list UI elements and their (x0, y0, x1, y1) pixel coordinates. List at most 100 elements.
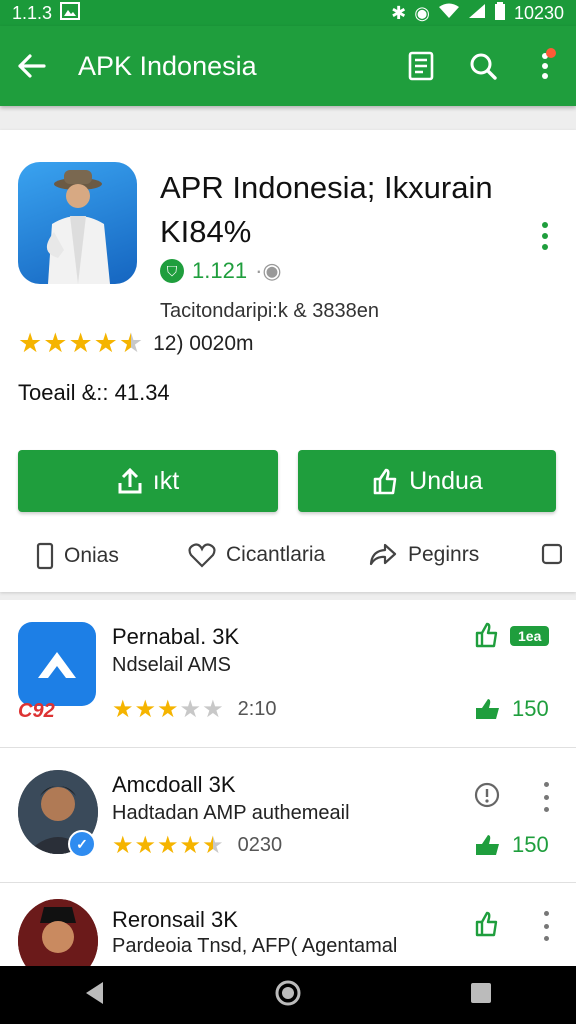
alarm-icon: ◉ (414, 2, 430, 23)
battery-icon (494, 1, 506, 25)
app-bar: APK Indonesia (0, 26, 576, 106)
system-nav-bar (0, 966, 576, 1024)
partial-tab-icon (541, 543, 562, 565)
star-icon: ★ (68, 328, 93, 358)
list-item[interactable]: C92 Pernabal. 3K Ndselail AMS ★ ★ ★ ★ ★ 2:10… (0, 600, 576, 748)
list-item-title: Reronsail 3K (112, 907, 238, 932)
version-row: ⛉ 1.121 ·◉ (160, 258, 282, 284)
star-icon: ★ (134, 696, 157, 723)
app-title: APR Indonesia; Ikxurain (160, 170, 493, 205)
star-icon: ★ (112, 696, 134, 723)
list-item[interactable]: ✓ Amcdoall 3K Hadtadan AMP authemeail ★ ★… (0, 748, 576, 883)
star-icon: ★ (202, 696, 224, 723)
size-label: Toeail &:: 41.34 (18, 380, 170, 405)
list-item-subtitle: Pardeoia Tnsd, AFP( Agentamal (112, 935, 398, 957)
download-button[interactable]: Undua (298, 450, 556, 512)
rating-stars: ★ ★ ★ ★ ★ (112, 696, 224, 723)
thumbs-upload-icon (373, 468, 397, 495)
action-tabs: Onias Cicantlaria Peginrs (0, 534, 576, 578)
notes-button[interactable] (390, 26, 452, 106)
tab-favorite[interactable]: Cicantlaria (188, 542, 325, 568)
signal-icon (468, 3, 486, 24)
download-button-label: Undua (409, 466, 483, 495)
item-more-button[interactable] (539, 782, 553, 812)
related-apps-list: C92 Pernabal. 3K Ndselail AMS ★ ★ ★ ★ ★ 2:10… (0, 600, 576, 966)
version-label: 1.121 (192, 258, 248, 283)
brand-logo: C92 (18, 700, 55, 722)
phone-icon (36, 542, 54, 570)
bluetooth-icon: ✱ (391, 2, 407, 23)
list-item-subtitle: Ndselail AMS (112, 654, 231, 676)
star-icon: ★ (118, 328, 144, 358)
like-count: 150 (512, 832, 549, 857)
notification-dot (546, 48, 556, 58)
star-icon: ★ (157, 832, 179, 859)
star-icon: ★ (202, 832, 224, 859)
star-icon: ★ (112, 832, 134, 859)
page-title: APK Indonesia (78, 50, 257, 81)
app-thumbnail (18, 622, 96, 706)
tab-device[interactable]: Onias (36, 542, 119, 570)
arrow-left-icon (18, 54, 46, 78)
list-item[interactable]: Reronsail 3K Pardeoia Tnsd, AFP( Agentam… (0, 883, 576, 966)
triangle-back-icon (86, 981, 104, 1004)
list-item-subtitle: Hadtadan AMP authemeail (112, 802, 350, 824)
status-bar: 1.1.3 ✱ ◉ 10230 (0, 0, 576, 26)
nav-home-button[interactable] (274, 979, 302, 1012)
wifi-icon (438, 3, 460, 24)
tab-share[interactable]: Peginrs (368, 542, 479, 568)
list-item-title: Pernabal. 3K (112, 624, 240, 649)
like-count: 150 (512, 696, 549, 721)
developer-label: Tacitondaripi:k & 3838en (160, 300, 380, 322)
list-item-badge: 1ea (510, 626, 550, 646)
tab-share-label: Peginrs (408, 543, 480, 566)
list-item-title: Amcdoall 3K (112, 772, 236, 797)
thumbs-up-filled-icon (476, 835, 499, 855)
nav-back-button[interactable] (83, 980, 107, 1011)
app-title-line2: KI84% (160, 214, 252, 249)
thumbs-up-icon (475, 622, 498, 648)
nav-recents-button[interactable] (469, 981, 493, 1010)
star-icon: ★ (93, 328, 118, 358)
tab-more[interactable] (540, 542, 562, 566)
share-button[interactable]: ıkt (18, 450, 278, 512)
document-icon (408, 51, 434, 81)
gallery-icon (60, 1, 81, 25)
share-upload-icon (118, 467, 142, 494)
list-item-rating: ★ ★ ★ ★ ★ 0230 (112, 832, 282, 859)
item-more-button[interactable] (539, 911, 553, 941)
overflow-menu-button[interactable] (514, 26, 576, 106)
info-button[interactable] (474, 782, 500, 813)
search-icon (470, 53, 497, 80)
rating-row: ★ ★ ★ ★ ★ 12) 0020m (18, 330, 254, 357)
like-count-row: 150 (474, 696, 549, 722)
like-button[interactable] (474, 622, 500, 653)
status-time: 1.1.3 (12, 2, 53, 23)
star-icon: ★ (179, 832, 202, 859)
status-clock: 10230 (513, 2, 564, 23)
back-button[interactable] (0, 26, 64, 106)
like-count-row: 150 (474, 832, 549, 858)
verified-shield-icon: ⛉ (160, 259, 184, 283)
list-item-rating: ★ ★ ★ ★ ★ 2:10 (112, 696, 277, 723)
rating-stars: ★ ★ ★ ★ ★ (18, 330, 143, 357)
review-count: 12) 0020m (153, 331, 254, 355)
thumbs-up-filled-icon (476, 699, 499, 719)
square-recents-icon (470, 982, 491, 1003)
search-button[interactable] (452, 26, 514, 106)
thumbs-up-icon (475, 911, 498, 937)
rating-stars: ★ ★ ★ ★ ★ (112, 832, 224, 859)
rating-count: 2:10 (237, 698, 277, 720)
info-circle-icon (474, 782, 500, 808)
star-icon: ★ (134, 832, 157, 859)
star-icon: ★ (179, 696, 202, 723)
app-more-button[interactable] (530, 218, 560, 254)
app-icon[interactable] (18, 162, 137, 284)
info-icon: ·◉ (255, 258, 282, 283)
tab-favorite-label: Cicantlaria (226, 543, 326, 566)
rating-count: 0230 (237, 834, 283, 856)
star-icon: ★ (157, 696, 179, 723)
heart-icon (188, 543, 216, 568)
verified-badge-icon: ✓ (68, 830, 96, 858)
like-button[interactable] (474, 911, 500, 942)
